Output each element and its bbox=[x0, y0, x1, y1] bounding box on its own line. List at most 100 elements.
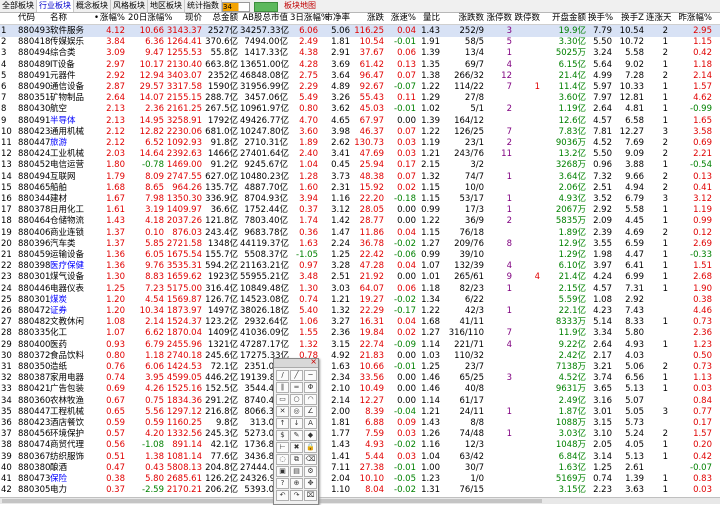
fib-tool-icon[interactable]: Φ bbox=[304, 382, 317, 393]
cycle-tool-icon[interactable]: ◎ bbox=[290, 406, 303, 417]
cell-open-amount: 6.84亿 bbox=[558, 451, 586, 462]
copy-tool-icon[interactable]: ⧉ bbox=[290, 454, 303, 465]
tab-board-map[interactable]: 板块地图 bbox=[282, 0, 318, 12]
cell-change20d-pct: 6.05 bbox=[145, 250, 164, 260]
header-up-days[interactable]: 连涨天 bbox=[646, 13, 672, 24]
cell-turnover-z: 2.92 bbox=[625, 294, 644, 305]
parallel-tool-icon[interactable]: ∥ bbox=[276, 382, 289, 393]
load-tool-icon[interactable]: ▤ bbox=[290, 466, 303, 477]
cell-name: 日用化工 bbox=[50, 205, 85, 216]
header-turnover-pct[interactable]: 换手% bbox=[588, 13, 613, 24]
lock-tool-icon[interactable]: 🔒 bbox=[304, 442, 317, 453]
header-name[interactable]: 名称 bbox=[50, 13, 90, 24]
gann-tool-icon[interactable]: ✕ bbox=[276, 406, 289, 417]
drawing-toolbar-window[interactable]: × / ╱ ─ ∥ ═ Φ ▭ ○ ◠ ✕ ◎ ∠ ↑ ↓ A $ ✎ ◆ ⊢ ✖ 🔒 ◌ ⧉ ⌫ ▣ ▤ ⚙? ⊕ ✥ ↶ ↷ ⌧ bbox=[273, 357, 319, 505]
hide-tool-icon[interactable]: ◌ bbox=[276, 454, 289, 465]
cell-idx: 38 bbox=[1, 440, 12, 451]
header-open-amount[interactable]: 开盘金额 bbox=[542, 13, 586, 24]
arc-tool-icon[interactable]: ◠ bbox=[304, 394, 317, 405]
cell-pb-ratio: 4.65 bbox=[331, 115, 350, 126]
line-tool-icon[interactable]: / bbox=[276, 370, 289, 381]
drawing-toolbar-titlebar[interactable]: × bbox=[274, 357, 318, 368]
header-change-pct[interactable]: 涨幅% bbox=[98, 13, 125, 24]
cell-volume-ratio: 1.22 bbox=[421, 306, 440, 316]
cell-change-value: 28.77 bbox=[359, 216, 384, 227]
cell-pb-ratio: 1.42 bbox=[331, 216, 350, 227]
segment-tool-icon[interactable]: ─ bbox=[304, 370, 317, 381]
header-pb-ratio[interactable]: 市净率 bbox=[322, 13, 350, 24]
cell-pb-ratio: 3.28 bbox=[331, 261, 350, 272]
zoom-tool-icon[interactable]: ⊕ bbox=[290, 478, 303, 489]
header-limit-up-count[interactable]: 涨停数 bbox=[486, 13, 512, 24]
measure-tool-icon[interactable]: ⊢ bbox=[276, 442, 289, 453]
scroll-thumb[interactable] bbox=[2, 499, 542, 503]
tab-2[interactable]: 概念板块 bbox=[74, 0, 111, 12]
cell-turnover-pct: 2.64 bbox=[593, 339, 612, 350]
rect-tool-icon[interactable]: ▭ bbox=[276, 394, 289, 405]
help-tool-icon[interactable]: ? bbox=[276, 478, 289, 489]
cell-idx: 23 bbox=[1, 272, 12, 283]
header-limit-down-count[interactable]: 跌停数 bbox=[514, 13, 540, 24]
header-speed-pct[interactable]: 涨速% bbox=[386, 13, 416, 24]
cell-turnover-pct: 5.50 bbox=[593, 37, 612, 48]
header-market-cap[interactable]: AB股总市值 bbox=[240, 13, 288, 24]
cell-turnover-pct: 3.65 bbox=[593, 384, 612, 395]
cell-name: 环境保护 bbox=[50, 429, 85, 440]
cell-limit-up-count: 8 bbox=[506, 238, 512, 249]
header-code[interactable]: 代码 bbox=[18, 13, 46, 24]
cell-idx: 22 bbox=[1, 261, 12, 272]
delete-tool-icon[interactable]: ✖ bbox=[290, 442, 303, 453]
header-change20d-pct[interactable]: 20日涨幅% bbox=[128, 13, 172, 24]
cell-name: 建材 bbox=[50, 194, 68, 204]
cell-pb-ratio: 1.21 bbox=[331, 294, 350, 305]
cell-name: 商贸代理 bbox=[50, 440, 85, 451]
tab-0[interactable]: 全部板块 bbox=[0, 0, 37, 12]
close-icon[interactable]: × bbox=[310, 357, 317, 367]
ellipse-tool-icon[interactable]: ○ bbox=[290, 394, 303, 405]
cell-up-down-count: 63/42 bbox=[459, 451, 485, 462]
ray-tool-icon[interactable]: ╱ bbox=[290, 370, 303, 381]
erase-tool-icon[interactable]: ⌫ bbox=[304, 454, 317, 465]
header-turnover-z[interactable]: 换手Z bbox=[614, 13, 644, 24]
cell-volume-ratio: 1.27 bbox=[421, 238, 440, 249]
table-row[interactable]: 42 880305 电力 0.37 -2.59 2170.21 206.2亿 5393.08亿… bbox=[0, 484, 720, 496]
header-change3d-pct[interactable]: 3日涨幅% bbox=[290, 13, 329, 24]
price-tool-icon[interactable]: $ bbox=[276, 430, 289, 441]
clear-tool-icon[interactable]: ⌧ bbox=[304, 490, 317, 501]
tab-5[interactable]: 统计指数 bbox=[185, 0, 222, 12]
cell-volume-ratio: 1.39 bbox=[421, 115, 440, 126]
redo-tool-icon[interactable]: ↷ bbox=[290, 490, 303, 501]
config-tool-icon[interactable]: ⚙ bbox=[304, 466, 317, 477]
pan-tool-icon[interactable]: ✥ bbox=[304, 478, 317, 489]
cell-price: 1350.30 bbox=[166, 194, 202, 204]
cell-amount: 72.1亿 bbox=[210, 362, 238, 372]
tab-1[interactable]: 行业板块 bbox=[37, 0, 74, 12]
header-amount[interactable]: 总金额 bbox=[204, 13, 238, 24]
text-tool-icon[interactable]: A bbox=[304, 418, 317, 429]
header-price[interactable]: 现价 bbox=[166, 13, 202, 24]
cell-change20d-pct: 4.20 bbox=[145, 429, 164, 440]
header-prev-change-pct[interactable]: 昨涨幅% bbox=[672, 13, 712, 24]
tab-3[interactable]: 风格板块 bbox=[111, 0, 148, 12]
header-volume-ratio[interactable]: 量比 bbox=[418, 13, 440, 24]
channel-tool-icon[interactable]: ═ bbox=[290, 382, 303, 393]
down-arrow-tool-icon[interactable]: ↓ bbox=[290, 418, 303, 429]
cell-change20d-pct: 12.94 bbox=[139, 70, 164, 81]
undo-tool-icon[interactable]: ↶ bbox=[276, 490, 289, 501]
cell-speed-pct: 0.04 bbox=[397, 317, 416, 328]
header-up-down-count[interactable]: 涨跌数 bbox=[444, 13, 484, 24]
cell-change20d-pct: 10.17 bbox=[139, 59, 164, 70]
save-tool-icon[interactable]: ▣ bbox=[276, 466, 289, 477]
angle-tool-icon[interactable]: ∠ bbox=[304, 406, 317, 417]
note-tool-icon[interactable]: ✎ bbox=[290, 430, 303, 441]
cell-up-down-count: 36/9 bbox=[464, 216, 484, 227]
tab-4[interactable]: 地区板块 bbox=[148, 0, 185, 12]
header-change-value[interactable]: 涨跌 bbox=[352, 13, 384, 24]
up-arrow-tool-icon[interactable]: ↑ bbox=[276, 418, 289, 429]
cell-name: 工业机械 bbox=[50, 149, 85, 160]
cell-change-value: 47.69 bbox=[359, 149, 384, 160]
cell-turnover-pct: 2.23 bbox=[593, 485, 612, 496]
mark-tool-icon[interactable]: ◆ bbox=[304, 430, 317, 441]
cell-market-cap: 2932.64亿 bbox=[244, 317, 288, 328]
cell-market-cap: 44119.37亿 bbox=[240, 238, 290, 249]
